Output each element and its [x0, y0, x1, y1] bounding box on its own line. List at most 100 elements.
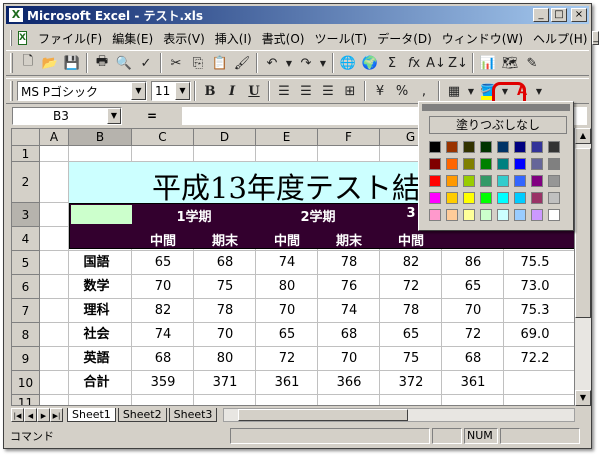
- color-swatch[interactable]: [514, 192, 526, 204]
- column-header[interactable]: C: [132, 129, 194, 146]
- row-header[interactable]: 10: [12, 371, 40, 395]
- table-cell[interactable]: 70: [318, 347, 380, 371]
- table-cell[interactable]: 76: [318, 275, 380, 299]
- color-swatch[interactable]: [514, 175, 526, 187]
- table-cell[interactable]: 69.0: [504, 323, 566, 347]
- term-header[interactable]: 1学期: [132, 206, 256, 225]
- color-swatch[interactable]: [429, 175, 441, 187]
- tab-sheet3[interactable]: Sheet3: [168, 408, 218, 422]
- bold-button[interactable]: B: [199, 80, 221, 102]
- column-header[interactable]: B: [69, 129, 132, 146]
- minimize-button[interactable]: _: [533, 8, 549, 22]
- menu-tools[interactable]: ツール(T): [309, 30, 372, 47]
- color-swatch[interactable]: [497, 209, 509, 221]
- row-header[interactable]: 11: [12, 395, 40, 405]
- table-cell[interactable]: 359: [132, 371, 194, 395]
- table-cell[interactable]: 80: [256, 275, 318, 299]
- menu-format[interactable]: 書式(O): [257, 30, 310, 47]
- chevron-down-icon[interactable]: ▼: [175, 82, 190, 100]
- web-toolbar-icon[interactable]: 🌍: [359, 52, 381, 74]
- italic-button[interactable]: I: [221, 80, 243, 102]
- table-cell[interactable]: 75.5: [504, 251, 566, 275]
- table-cell[interactable]: 72: [442, 323, 504, 347]
- paste-icon[interactable]: 📋: [209, 52, 231, 74]
- table-cell[interactable]: 68: [318, 323, 380, 347]
- sort-descending-icon[interactable]: Z↓: [447, 52, 469, 74]
- table-cell[interactable]: 70: [194, 323, 256, 347]
- select-all-corner[interactable]: [12, 129, 40, 146]
- menu-insert[interactable]: 挿入(I): [210, 30, 257, 47]
- next-sheet-icon[interactable]: ▶: [37, 408, 50, 422]
- menu-data[interactable]: データ(D): [372, 30, 437, 47]
- color-swatch[interactable]: [480, 192, 492, 204]
- color-swatch[interactable]: [531, 209, 543, 221]
- row-header[interactable]: 2: [12, 162, 40, 203]
- table-cell[interactable]: 65: [132, 251, 194, 275]
- save-icon[interactable]: 💾: [61, 52, 83, 74]
- redo-dropdown-icon[interactable]: ▼: [317, 52, 329, 74]
- color-swatch[interactable]: [463, 192, 475, 204]
- table-cell[interactable]: 371: [194, 371, 256, 395]
- sub-header[interactable]: 期末: [194, 230, 256, 249]
- color-swatch[interactable]: [429, 158, 441, 170]
- chart-wizard-icon[interactable]: 📊: [477, 52, 499, 74]
- open-icon[interactable]: 📂: [39, 52, 61, 74]
- menu-grip[interactable]: [10, 30, 12, 46]
- doc-minimize-button[interactable]: _: [592, 31, 600, 45]
- color-swatch[interactable]: [429, 209, 441, 221]
- align-center-icon[interactable]: ☰: [295, 80, 317, 102]
- horizontal-scrollbar[interactable]: [223, 408, 575, 422]
- scroll-thumb[interactable]: [575, 148, 591, 318]
- close-button[interactable]: ×: [571, 8, 587, 22]
- color-swatch[interactable]: [463, 209, 475, 221]
- table-cell[interactable]: 65: [442, 275, 504, 299]
- table-cell[interactable]: 78: [194, 299, 256, 323]
- borders-icon[interactable]: ▦: [443, 80, 465, 102]
- row-header[interactable]: 4: [12, 227, 40, 251]
- map-icon[interactable]: 🗺: [499, 52, 521, 74]
- print-icon[interactable]: 🖶: [91, 52, 113, 74]
- color-swatch[interactable]: [446, 209, 458, 221]
- prev-sheet-icon[interactable]: ◀: [24, 408, 37, 422]
- table-cell[interactable]: [504, 371, 566, 395]
- sort-ascending-icon[interactable]: A↓: [425, 52, 447, 74]
- no-fill-button[interactable]: 塗りつぶしなし: [429, 116, 567, 134]
- table-cell[interactable]: 68: [194, 251, 256, 275]
- color-swatch[interactable]: [446, 158, 458, 170]
- scroll-down-icon[interactable]: ▼: [575, 390, 591, 406]
- formula-equals[interactable]: =: [122, 109, 182, 123]
- palette-drag-bar[interactable]: [422, 104, 570, 111]
- column-header[interactable]: E: [256, 129, 318, 146]
- function-icon[interactable]: fx: [403, 52, 425, 74]
- menu-help[interactable]: ヘルプ(H): [528, 30, 592, 47]
- row-label[interactable]: 英語: [69, 347, 124, 371]
- table-cell[interactable]: 70: [132, 275, 194, 299]
- color-swatch[interactable]: [531, 192, 543, 204]
- table-cell[interactable]: 78: [318, 251, 380, 275]
- font-size-select[interactable]: 11 ▼: [151, 81, 191, 101]
- table-cell[interactable]: 74: [318, 299, 380, 323]
- table-cell[interactable]: 65: [256, 323, 318, 347]
- row-header[interactable]: 5: [12, 251, 40, 275]
- color-swatch[interactable]: [548, 158, 560, 170]
- color-swatch[interactable]: [480, 158, 492, 170]
- table-cell[interactable]: 70: [442, 299, 504, 323]
- cut-icon[interactable]: ✂: [165, 52, 187, 74]
- row-header[interactable]: 3: [12, 203, 40, 227]
- sub-header[interactable]: 中間: [380, 230, 442, 249]
- copy-icon[interactable]: ⎘: [187, 52, 209, 74]
- table-cell[interactable]: 78: [380, 299, 442, 323]
- borders-dropdown-icon[interactable]: ▼: [465, 80, 477, 102]
- table-cell[interactable]: 73.0: [504, 275, 566, 299]
- color-swatch[interactable]: [548, 141, 560, 153]
- table-cell[interactable]: 361: [442, 371, 504, 395]
- color-swatch[interactable]: [548, 209, 560, 221]
- align-left-icon[interactable]: ☰: [273, 80, 295, 102]
- hyperlink-icon[interactable]: 🌐: [337, 52, 359, 74]
- color-swatch[interactable]: [463, 158, 475, 170]
- selected-cell-b3[interactable]: [71, 205, 132, 224]
- color-swatch[interactable]: [463, 141, 475, 153]
- table-cell[interactable]: 72: [256, 347, 318, 371]
- table-cell[interactable]: 361: [256, 371, 318, 395]
- last-sheet-icon[interactable]: ▶|: [50, 408, 63, 422]
